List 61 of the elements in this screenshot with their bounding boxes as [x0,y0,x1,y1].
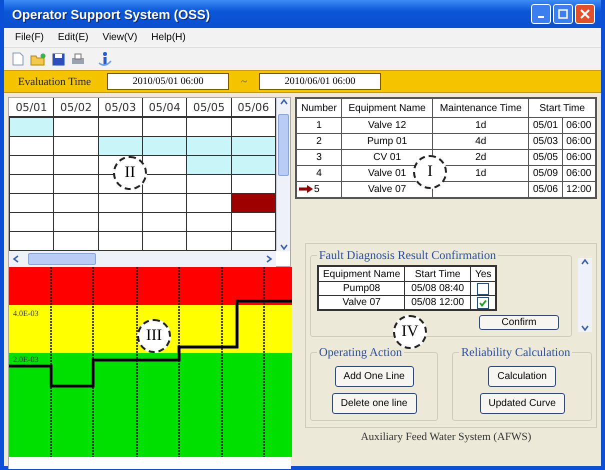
printer-icon[interactable] [71,52,85,66]
start-time-field[interactable]: 2010/05/01 06:00 [107,73,230,90]
band-label: 2.0E-03 [13,355,39,364]
column-header: Number [296,98,342,118]
column-header: Maintenance Time [432,98,529,118]
row-number: 4 [316,168,322,179]
scroll-right-icon[interactable] [265,255,273,263]
evaluation-time-label: Evaluation Time [17,76,92,88]
close-button[interactable] [575,4,595,24]
menu-item[interactable]: File(F) [10,31,49,44]
group-title: Fault Diagnosis Result Confirmation [318,248,497,263]
row-number: 1 [316,120,322,131]
table-cell: 05/05 [528,150,562,166]
checkbox[interactable] [477,282,490,294]
scroll-up-icon[interactable] [280,98,288,106]
range-separator: ~ [240,76,248,88]
menu-item[interactable]: Edit(E) [52,31,94,44]
save-icon[interactable] [52,52,65,66]
row-number: 3 [316,152,322,163]
menu-item[interactable]: Help(H) [146,31,191,44]
scroll-down-icon[interactable] [280,243,288,251]
new-document-icon[interactable] [12,52,24,66]
close-icon [580,9,590,19]
table-cell: 4d [432,134,529,150]
table-cell: 1d [432,118,529,134]
confirm-button[interactable]: Confirm [479,315,559,330]
window-title: Operator Support System (OSS) [12,6,210,22]
table-cell: 05/08 08:40 [404,282,471,296]
column-header: Equipment Name [318,266,405,282]
table-cell: Pump08 [318,282,405,296]
group-title: Reliability Calculation [460,345,572,360]
maximize-button[interactable] [553,4,573,24]
column-header: Start Time [404,266,471,282]
calculation-button[interactable]: Updated Curve [480,393,565,414]
column-header: Equipment Name [342,98,433,118]
calculation-button[interactable]: Calculation [488,366,556,387]
scroll-up-icon[interactable] [581,258,589,266]
row-number: 2 [316,136,322,147]
callout-label: IV [393,315,427,349]
table-cell: Valve 12 [342,118,433,134]
vertical-scrollbar[interactable] [578,258,592,332]
end-time-field[interactable]: 2010/06/01 06:00 [258,73,381,90]
right-arrow-icon [299,185,313,194]
band-label: 4.0E-03 [13,309,39,318]
row-number: 5 [314,184,320,195]
maximize-icon [558,9,568,19]
table-cell: Pump 01 [342,134,433,150]
action-button[interactable]: Delete one line [332,393,416,414]
minimize-button[interactable] [531,4,551,24]
checkbox[interactable] [477,296,490,308]
scroll-down-icon[interactable] [581,324,589,332]
table-cell: 05/03 [528,134,562,150]
horizontal-scrollbar[interactable] [9,251,276,267]
info-icon[interactable] [97,51,113,67]
menu-item[interactable]: View(V) [97,31,142,44]
action-button[interactable]: Add One Line [334,366,414,387]
folder-icon[interactable] [30,52,46,66]
vertical-scrollbar[interactable] [276,98,290,251]
scroll-left-icon[interactable] [12,255,20,263]
table-cell: 05/09 [528,166,562,182]
table-cell: 05/01 [528,118,562,134]
